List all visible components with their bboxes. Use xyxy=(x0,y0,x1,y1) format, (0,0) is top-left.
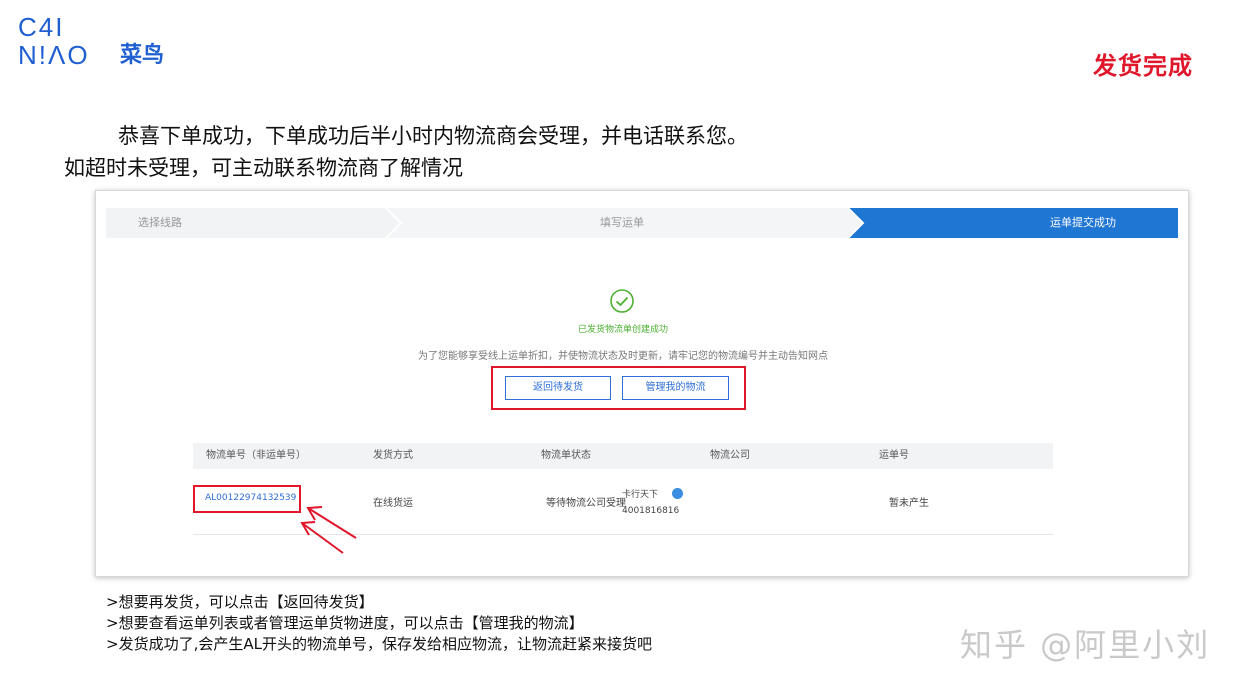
intro-text: 恭喜下单成功，下单成功后半小时内物流商会受理，并电话联系您。 如超时未受理，可主… xyxy=(64,120,964,184)
carrier-info-icon[interactable] xyxy=(672,488,683,499)
manage-logistics-button[interactable]: 管理我的物流 xyxy=(622,376,729,400)
progress-steps: 选择线路 填写运单 运单提交成功 xyxy=(106,208,1178,238)
header-method: 发货方式 xyxy=(373,450,413,461)
step-fill-waybill: 填写运单 xyxy=(600,216,644,229)
buttons-highlight-box: 返回待发货 管理我的物流 xyxy=(491,366,746,410)
header-carrier: 物流公司 xyxy=(710,450,750,461)
header-status: 物流单状态 xyxy=(541,450,591,461)
cainiao-logo: C4I N!ΛO 菜鸟 xyxy=(18,14,178,74)
step-select-route: 选择线路 xyxy=(138,216,182,229)
cell-status: 等待物流公司受理 xyxy=(546,498,626,509)
note-item: >发货成功了,会产生AL开头的物流单号，保存发给相应物流，让物流赶紧来接货吧 xyxy=(106,635,652,653)
carrier-name: 卡行天下 xyxy=(622,490,659,500)
logo-text-line1: C4I xyxy=(18,12,65,42)
order-number-link[interactable]: AL00122974132539 xyxy=(205,493,296,503)
header-order-no: 物流单号（非运单号） xyxy=(206,450,306,461)
header-waybill: 运单号 xyxy=(879,450,909,461)
back-to-pending-button[interactable]: 返回待发货 xyxy=(505,376,611,400)
logo-text-line2: N!ΛO xyxy=(18,40,90,70)
intro-line-2: 如超时未受理，可主动联系物流商了解情况 xyxy=(64,156,463,180)
table-header: 物流单号（非运单号） 发货方式 物流单状态 物流公司 运单号 xyxy=(193,443,1053,469)
check-circle-icon xyxy=(610,289,634,313)
intro-line-1: 恭喜下单成功，下单成功后半小时内物流商会受理，并电话联系您。 xyxy=(118,124,748,148)
page-title: 发货完成 xyxy=(1093,52,1193,80)
screenshot-frame: 选择线路 填写运单 运单提交成功 已发货物流单创建成功 为了您能够享受线上运单折… xyxy=(95,190,1189,577)
hint-message: 为了您能够享受线上运单折扣，并使物流状态及时更新，请牢记您的物流编号并主动告知网… xyxy=(418,351,828,362)
red-arrow-icon xyxy=(300,506,357,554)
cell-method: 在线货运 xyxy=(373,498,413,509)
zhihu-watermark: 知乎 @阿里小刘 xyxy=(960,626,1211,664)
success-message: 已发货物流单创建成功 xyxy=(577,325,668,335)
notes-list: >想要再发货，可以点击【返回待发货】 >想要查看运单列表或者管理运单货物进度，可… xyxy=(106,592,652,655)
logo-chinese: 菜鸟 xyxy=(120,43,165,68)
cell-waybill: 暂未产生 xyxy=(889,498,929,509)
note-item: >想要查看运单列表或者管理运单货物进度，可以点击【管理我的物流】 xyxy=(106,614,584,632)
carrier-info: 卡行天下 4001816816 xyxy=(622,487,679,519)
carrier-phone: 4001816816 xyxy=(622,506,680,516)
step-submit-success: 运单提交成功 xyxy=(1050,216,1116,229)
order-number-highlight-box: AL00122974132539 xyxy=(193,485,301,513)
note-item: >想要再发货，可以点击【返回待发货】 xyxy=(106,593,374,611)
